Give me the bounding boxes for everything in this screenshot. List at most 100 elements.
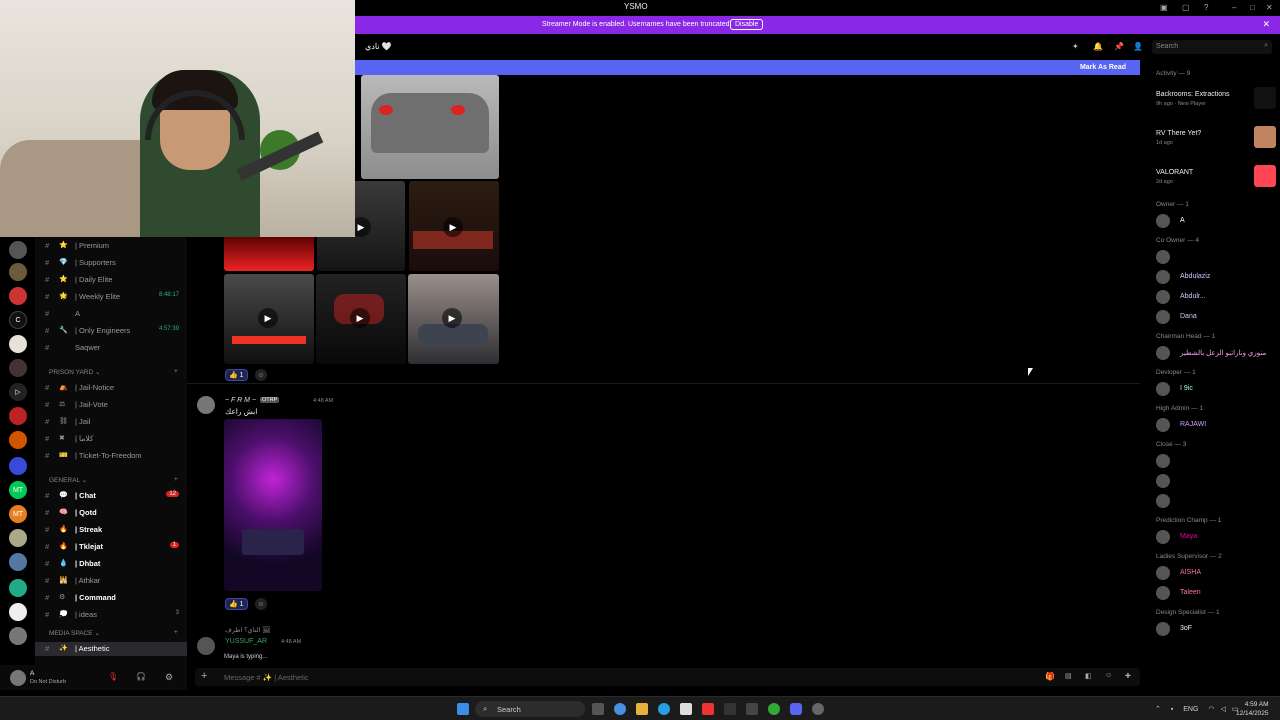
apps-icon[interactable]: ✚ xyxy=(1125,672,1131,680)
minimize-icon[interactable]: – xyxy=(1232,3,1236,12)
members-icon[interactable]: 👤 xyxy=(1133,42,1143,51)
avatar[interactable] xyxy=(197,637,215,655)
server-icon[interactable] xyxy=(9,603,27,621)
disable-streamer-button[interactable]: Disable xyxy=(730,19,764,30)
channel-item[interactable]: # 💬 | Chat 12 xyxy=(35,489,187,503)
channel-item[interactable]: # 🕌 | Athkar xyxy=(35,574,187,588)
gallery-video[interactable]: ▶ xyxy=(409,181,499,271)
category-header[interactable]: MEDIA SPACE ⌄ + xyxy=(49,629,178,637)
category-header[interactable]: PRISON YARD ⌄ + xyxy=(49,368,178,376)
server-icon[interactable] xyxy=(9,627,27,645)
server-icon[interactable]: MT xyxy=(9,481,27,499)
maximize-icon[interactable]: □ xyxy=(1250,3,1255,12)
member-item[interactable] xyxy=(1156,473,1280,491)
member-item[interactable]: 3oF xyxy=(1156,621,1280,639)
sticker-icon[interactable]: ◧ xyxy=(1085,672,1092,680)
category-header[interactable]: GENERAL ⌄ + xyxy=(49,476,178,484)
gallery-video[interactable]: ▶ xyxy=(224,274,314,364)
server-icon[interactable] xyxy=(9,407,27,425)
channel-item[interactable]: # 🔥 | Tklejat 1 xyxy=(35,540,187,554)
channel-item[interactable]: # ⭐ | Daily Elite xyxy=(35,273,187,287)
channel-item[interactable]: # 🔥 | Streak xyxy=(35,523,187,537)
server-icon[interactable] xyxy=(9,241,27,259)
server-icon[interactable] xyxy=(9,263,27,281)
add-channel-icon[interactable]: + xyxy=(174,629,178,636)
channel-item[interactable]: # Saqwer xyxy=(35,341,187,355)
reply-preview[interactable]: الناي؟ اطرف 🖼 xyxy=(225,626,270,634)
member-item[interactable]: Abdulaziz xyxy=(1156,269,1280,287)
monitor-icon[interactable]: ▢ xyxy=(1182,3,1190,12)
play-icon[interactable]: ▶ xyxy=(258,308,278,328)
start-icon[interactable] xyxy=(457,703,469,715)
banner-close-icon[interactable]: ✕ xyxy=(1262,19,1270,30)
server-icon[interactable]: ▷ xyxy=(9,383,27,401)
channel-item[interactable]: # ✖ | كلاما xyxy=(35,432,187,446)
add-channel-icon[interactable]: + xyxy=(174,368,178,375)
member-item[interactable]: Taleen xyxy=(1156,585,1280,603)
message-author[interactable]: ~ F R M ~ xyxy=(225,397,256,404)
add-channel-icon[interactable]: + xyxy=(174,476,178,483)
member-item[interactable]: Abdulr... xyxy=(1156,289,1280,307)
deafen-icon[interactable]: 🎧 xyxy=(136,672,146,681)
volume-icon[interactable]: ◁ xyxy=(1220,706,1225,713)
pin-icon[interactable]: 📌 xyxy=(1114,42,1124,51)
message-author[interactable]: YUSSUF_AR xyxy=(225,638,267,645)
member-item[interactable]: Maya xyxy=(1156,529,1280,547)
activity-card[interactable]: Backrooms: Extractions 9h ago · New Playe… xyxy=(1156,84,1280,114)
server-icon[interactable] xyxy=(9,553,27,571)
channel-item[interactable]: # 🔧 | Only Engineers 4:57:39 xyxy=(35,324,187,338)
taskbar-search[interactable]: ⌕ Search xyxy=(475,701,585,717)
threads-icon[interactable]: ✦ xyxy=(1072,42,1079,51)
mark-as-read-button[interactable]: Mark As Read xyxy=(1080,64,1126,71)
gallery-image[interactable] xyxy=(224,235,314,271)
channel-item[interactable]: # ⭐ | Premium xyxy=(35,239,187,253)
gallery-video[interactable]: ▶ xyxy=(408,274,499,364)
channel-item[interactable]: # ⛓ | Jail xyxy=(35,415,187,429)
activity-card[interactable]: VALORANT 2d ago xyxy=(1156,162,1280,192)
server-icon[interactable] xyxy=(9,579,27,597)
inbox-icon[interactable]: ▣ xyxy=(1160,3,1168,12)
task-view-icon[interactable] xyxy=(592,703,604,715)
member-item[interactable]: منوري وناراتبو الزعل بالشطير xyxy=(1156,345,1280,363)
gallery-video[interactable]: ▶ xyxy=(316,274,406,364)
play-icon[interactable]: ▶ xyxy=(442,308,462,328)
member-item[interactable]: Dana xyxy=(1156,309,1280,327)
play-icon[interactable]: ▶ xyxy=(350,308,370,328)
bell-icon[interactable]: 🔔 xyxy=(1093,42,1103,51)
search-input[interactable]: Search ⌕ xyxy=(1152,40,1272,54)
channel-item[interactable]: # 🎫 | Ticket-To-Freedom xyxy=(35,449,187,463)
activity-card[interactable]: RV There Yet? 1d ago xyxy=(1156,123,1280,153)
app-icon[interactable] xyxy=(724,703,736,715)
channel-item[interactable]: # ⛺ | Jail-Notice xyxy=(35,381,187,395)
edge-icon[interactable] xyxy=(658,703,670,715)
file-explorer-icon[interactable] xyxy=(636,703,648,715)
server-icon[interactable] xyxy=(9,359,27,377)
message-input[interactable]: Message # ✨ | Aesthetic xyxy=(224,673,309,682)
app-icon[interactable] xyxy=(812,703,824,715)
app-icon[interactable] xyxy=(746,703,758,715)
settings-gear-icon[interactable]: ⚙ xyxy=(165,672,173,683)
channel-item[interactable]: # A xyxy=(35,307,187,321)
wifi-icon[interactable]: ◠ xyxy=(1208,706,1214,713)
add-attachment-icon[interactable]: + xyxy=(201,670,207,682)
new-messages-bar[interactable]: Mark As Read xyxy=(355,60,1140,75)
member-item[interactable]: RAJAWI xyxy=(1156,417,1280,435)
gift-icon[interactable]: 🎁 xyxy=(1045,672,1055,681)
server-icon[interactable]: C xyxy=(9,311,27,329)
reaction-chip[interactable]: 👍 1 xyxy=(225,369,248,381)
channel-item[interactable]: # ⚙ | Command xyxy=(35,591,187,605)
channel-item[interactable]: # 🧠 | Qotd xyxy=(35,506,187,520)
avatar[interactable] xyxy=(197,396,215,414)
play-icon[interactable]: ▶ xyxy=(443,217,463,237)
server-icon[interactable] xyxy=(9,529,27,547)
brave-icon[interactable] xyxy=(702,703,714,715)
chevron-up-icon[interactable]: ⌃ xyxy=(1155,706,1161,713)
member-item[interactable]: ⁣I 9ic xyxy=(1156,381,1280,399)
clock[interactable]: 4:59 AM 12/14/2025 xyxy=(1236,700,1269,718)
store-icon[interactable] xyxy=(680,703,692,715)
gif-icon[interactable]: ▤ xyxy=(1065,672,1072,680)
member-item[interactable] xyxy=(1156,493,1280,511)
member-item[interactable]: AISHA xyxy=(1156,565,1280,583)
channel-item[interactable]: # 💧 | Dhbat xyxy=(35,557,187,571)
server-icon[interactable] xyxy=(9,431,27,449)
